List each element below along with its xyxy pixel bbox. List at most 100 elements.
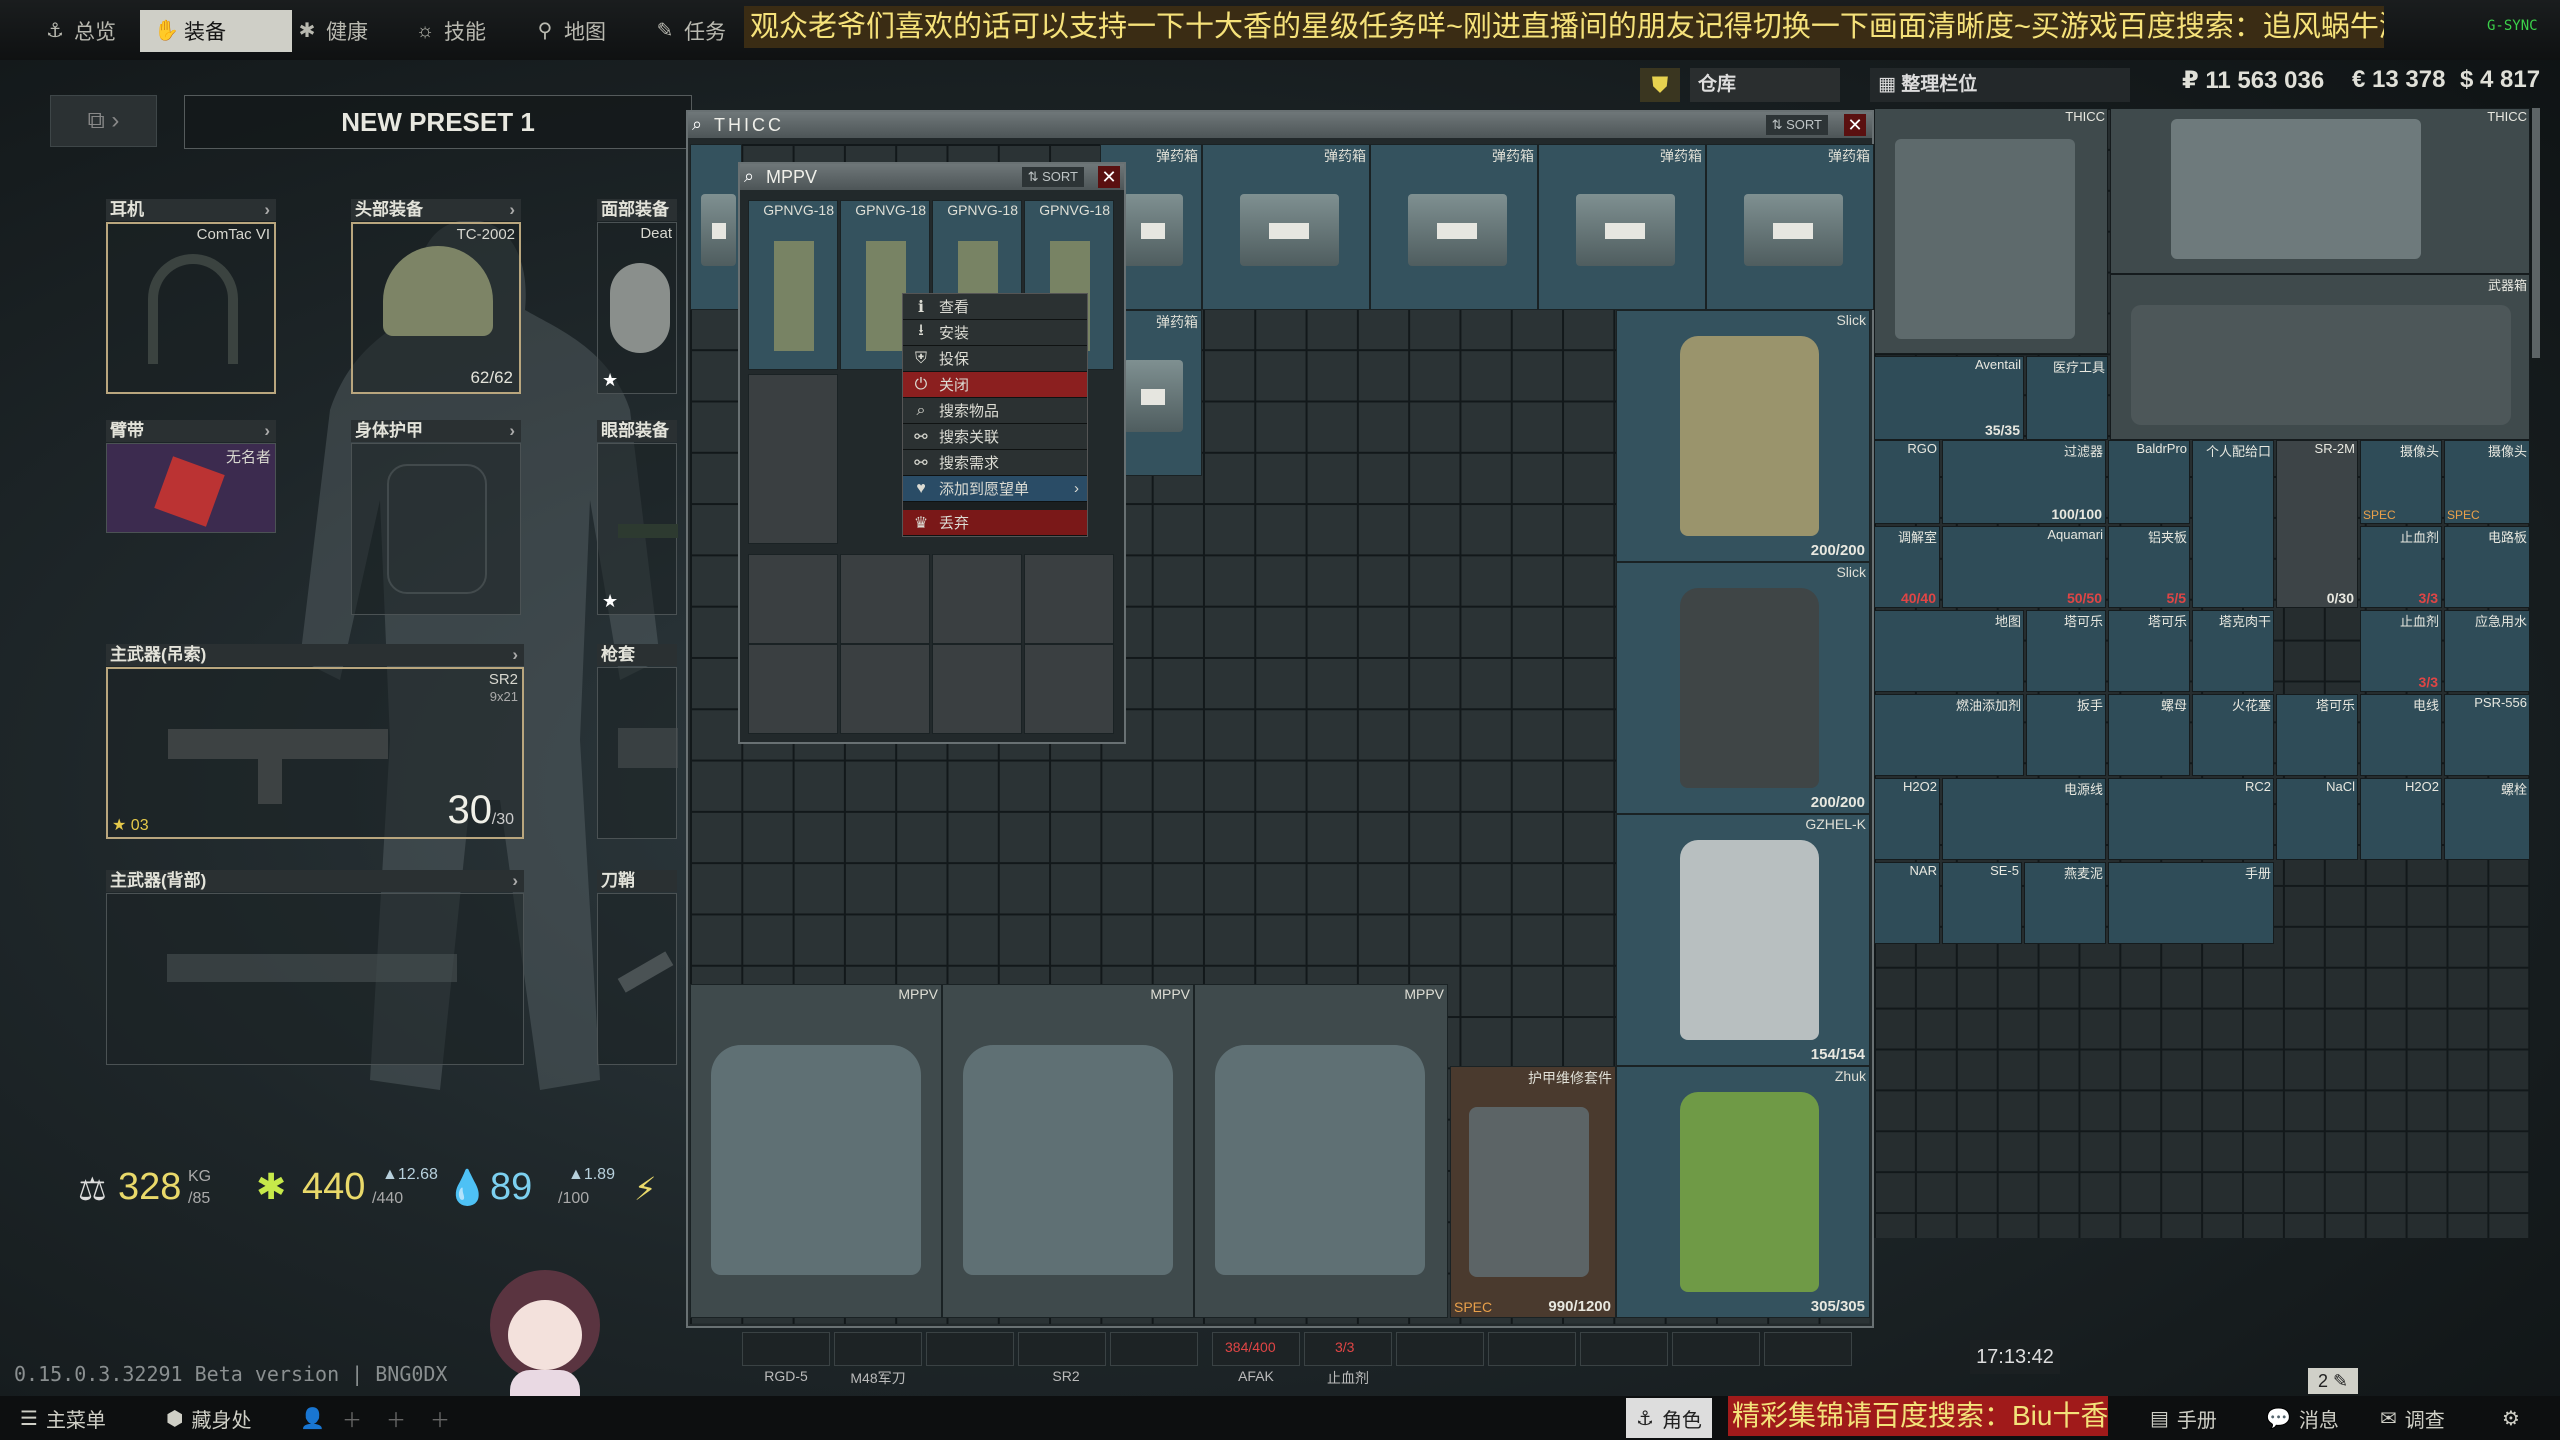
slot-body-armor[interactable] [351, 443, 521, 615]
stash-item[interactable]: 应急用水 [2444, 610, 2530, 692]
stash-item[interactable]: 塔可乐 [2108, 610, 2190, 692]
stash-item[interactable]: 塔可乐 [2026, 610, 2106, 692]
hideout-button[interactable]: ⬢ 藏身处 [166, 1398, 251, 1438]
stash-item[interactable]: 铝夹板 5/5 [2108, 526, 2190, 608]
stash-item[interactable]: Aventail 35/35 [1874, 356, 2024, 440]
quick-slot-11[interactable] [1672, 1332, 1760, 1366]
close-button[interactable]: ✕ [1098, 166, 1120, 188]
ammo-box-cell[interactable]: 弹药箱 [1370, 144, 1538, 310]
thicc-case[interactable]: THICC [1874, 108, 2108, 354]
stash-item[interactable]: 火花塞 [2192, 694, 2274, 776]
armor-repair-kit[interactable]: 护甲维修套件 SPEC 990/1200 [1450, 1066, 1616, 1318]
stash-item[interactable]: 止血剂 3/3 [2360, 610, 2442, 692]
empty-slot[interactable] [1024, 644, 1114, 734]
slot-earpiece[interactable]: ComTac VI [106, 222, 276, 394]
vest-cell[interactable]: Slick 200/200 [1616, 562, 1870, 814]
slot-eyewear[interactable]: ★ [597, 443, 678, 615]
menu-item-install[interactable]: ⭳ 安装 [903, 320, 1087, 346]
slot-armband[interactable]: 无名者 [106, 443, 276, 533]
sort-button[interactable]: ⇅ SORT [1765, 115, 1828, 135]
ammo-box-partial[interactable] [690, 144, 742, 310]
empty-slot[interactable] [748, 644, 838, 734]
menu-item-add-wishlist[interactable]: ♥ 添加到愿望单 › [903, 476, 1087, 502]
settings-button[interactable]: ⚙ [2502, 1398, 2520, 1438]
stash-tab[interactable]: 仓库 [1690, 68, 1840, 102]
preset-toggle-button[interactable]: ⧉ › [50, 95, 157, 147]
slot-scabbard[interactable] [597, 893, 677, 1065]
quick-slot-10[interactable] [1580, 1332, 1668, 1366]
friends-button[interactable]: 👤 [300, 1398, 325, 1438]
messages-button[interactable]: 💬 消息 [2266, 1398, 2339, 1438]
stash-item[interactable]: 电线 [2360, 694, 2442, 776]
stash-item[interactable]: 摄像头 SPEC [2444, 440, 2530, 524]
stash-item[interactable]: H2O2 [2360, 778, 2442, 860]
empty-slot[interactable] [932, 554, 1022, 644]
empty-slot[interactable] [748, 554, 838, 644]
stash-item[interactable]: 止血剂 3/3 [2360, 526, 2442, 608]
stash-scrollbar[interactable] [2532, 108, 2540, 358]
weapon-case[interactable]: 武器箱 [2110, 274, 2530, 440]
ammo-box-cell[interactable]: 弹药箱 [1202, 144, 1370, 310]
quick-slot-6[interactable]: 384/400 [1212, 1332, 1300, 1366]
preset-name[interactable]: NEW PRESET 1 [184, 95, 692, 149]
stash-item[interactable]: SE-5 [1942, 862, 2022, 944]
tab-gear[interactable]: ✋ 装备 [140, 10, 292, 52]
thicc-case[interactable]: THICC [2110, 108, 2530, 274]
stash-item[interactable]: 扳手 [2026, 694, 2106, 776]
empty-slot[interactable] [748, 374, 838, 544]
main-menu-button[interactable]: ☰ 主菜单 [20, 1398, 106, 1438]
slot-primary-sling[interactable]: SR2 9x21 30 /30 ★ 03 [106, 667, 524, 839]
nvg-item[interactable]: GPNVG-18 [748, 200, 838, 370]
close-button[interactable]: ✕ [1844, 114, 1866, 136]
handbook-button[interactable]: ▤ 手册 [2150, 1398, 2217, 1438]
stash-item[interactable]: 地图 [1874, 610, 2024, 692]
survey-button[interactable]: ✉ 调查 [2380, 1398, 2445, 1438]
tab-health[interactable]: ✱ 健康 [282, 10, 382, 52]
empty-slot[interactable] [840, 554, 930, 644]
empty-slot[interactable] [1024, 554, 1114, 644]
stash-item[interactable]: RC2 [2108, 778, 2274, 860]
stash-item[interactable]: H2O2 [1874, 778, 1940, 860]
quick-slot-2[interactable] [834, 1332, 922, 1366]
empty-slot[interactable] [840, 644, 930, 734]
stash-tab-icon[interactable]: ⛊ [1640, 68, 1680, 102]
stash-item[interactable]: 调解室 40/40 [1874, 526, 1940, 608]
menu-item-search-required[interactable]: ⚯ 搜索需求 [903, 450, 1087, 476]
menu-item-search-related[interactable]: ⚯ 搜索关联 [903, 424, 1087, 450]
quick-slot-4[interactable] [1018, 1332, 1106, 1366]
stash-item[interactable]: 电路板 [2444, 526, 2530, 608]
mppv-case[interactable]: MPPV [942, 984, 1194, 1318]
empty-slot[interactable] [932, 644, 1022, 734]
stash-item[interactable]: 过滤器 100/100 [1942, 440, 2106, 524]
quick-slot-3[interactable] [926, 1332, 1014, 1366]
quick-slot-8[interactable] [1396, 1332, 1484, 1366]
menu-item-discard[interactable]: ♛ 丢弃 [903, 510, 1087, 536]
vest-cell[interactable]: GZHEL-K 154/154 [1616, 814, 1870, 1066]
stash-item[interactable]: PSR-556 [2444, 694, 2530, 776]
stash-item[interactable]: 燕麦泥 [2024, 862, 2106, 944]
stash-item[interactable]: BaldrPro [2108, 440, 2190, 524]
tab-skills[interactable]: ☼ 技能 [400, 10, 500, 52]
tab-tasks[interactable]: ✎ 任务 [640, 10, 740, 52]
stash-item[interactable]: 个人配给口 [2192, 440, 2274, 608]
quick-slot-5[interactable] [1110, 1332, 1198, 1366]
quick-slot-1[interactable] [742, 1332, 830, 1366]
vest-cell[interactable]: Zhuk 305/305 [1616, 1066, 1870, 1318]
ammo-box-cell[interactable]: 弹药箱 [1538, 144, 1706, 310]
quick-slot-12[interactable] [1764, 1332, 1852, 1366]
menu-item-turn-off[interactable]: ⏻ 关闭 [903, 372, 1087, 398]
stash-item[interactable]: 塔克肉干 [2192, 610, 2274, 692]
vest-cell[interactable]: Slick 200/200 [1616, 310, 1870, 562]
quick-slot-7[interactable]: 3/3 [1304, 1332, 1392, 1366]
mppv-case[interactable]: MPPV [690, 984, 942, 1318]
slot-primary-back[interactable] [106, 893, 524, 1065]
stash-item[interactable]: 电源线 [1942, 778, 2106, 860]
slot-facecover[interactable]: Deat ★ [597, 222, 677, 394]
stash-item[interactable]: SR-2M 0/30 [2276, 440, 2358, 608]
quick-slot-9[interactable] [1488, 1332, 1576, 1366]
stash-item[interactable]: 医疗工具 [2026, 356, 2108, 440]
sorting-table-tab[interactable]: ▦ 整理栏位 [1870, 68, 2130, 102]
menu-item-search-item[interactable]: ⌕ 搜索物品 [903, 398, 1087, 424]
stash-item[interactable]: NAR [1874, 862, 1940, 944]
character-button[interactable]: ⚓ 角色 [1626, 1398, 1712, 1438]
